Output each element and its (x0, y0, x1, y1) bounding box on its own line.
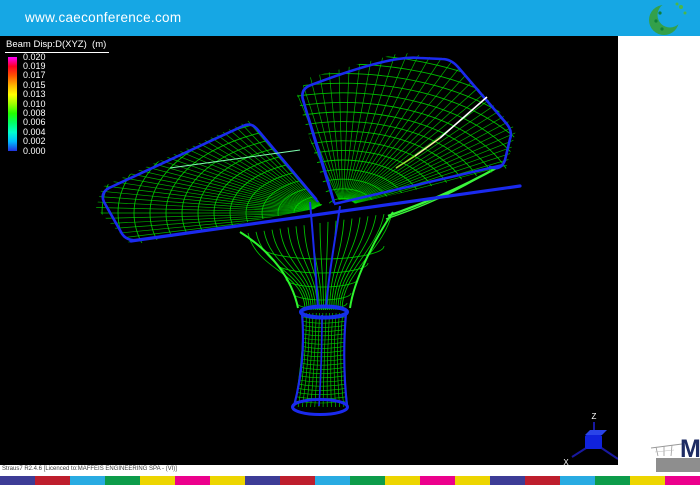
axis-cube (585, 435, 602, 449)
axis-triad: Z X Y (563, 412, 618, 465)
column-left-edge (294, 313, 303, 406)
maffeis-logo: M (650, 438, 700, 474)
right-canopy-streak-white (440, 97, 487, 138)
axis-x-label: X (563, 458, 569, 465)
legend-value: 0.000 (23, 147, 63, 156)
footer-color-stripe (0, 476, 700, 485)
footer-stripe-segment (420, 476, 455, 485)
footer-stripe-segment (630, 476, 665, 485)
footer-stripe-segment (490, 476, 525, 485)
column-top-ring (301, 307, 347, 318)
footer-stripe-segment (455, 476, 490, 485)
legend-value: 0.002 (23, 137, 63, 146)
footer-stripe-segment (665, 476, 700, 485)
footer-stripe-segment (525, 476, 560, 485)
footer-stripe-segment (245, 476, 280, 485)
footer-stripe-segment (35, 476, 70, 485)
screenshot-root: { "header": { "url_text": "www.caeconfer… (0, 0, 700, 485)
legend-value: 0.006 (23, 118, 63, 127)
legend-value: 0.017 (23, 71, 63, 80)
canopy-front-edge (131, 186, 520, 241)
left-canopy-inner-edge (257, 129, 318, 202)
right-canopy-streak-green (396, 156, 415, 168)
axis-cube-top (585, 430, 607, 435)
structure-sketch-icon (650, 440, 684, 458)
wireframe-model: Z X Y (0, 36, 618, 465)
header-bar: www.caeconference.com (0, 0, 700, 36)
footer-stripe-segment (0, 476, 35, 485)
footer-stripe-segment (385, 476, 420, 485)
column-right-edge (344, 313, 347, 406)
footer-stripe-segment (175, 476, 210, 485)
legend-value: 0.013 (23, 90, 63, 99)
footer-stripe-segment (350, 476, 385, 485)
column-front-edge (319, 315, 322, 406)
footer-stripe-segment (70, 476, 105, 485)
trunk-band-left (310, 202, 318, 308)
swirl-logo-icon (638, 1, 694, 40)
footer-stripe-segment (210, 476, 245, 485)
statusbar: Straus7 R2.4.6 [Licenced to:MAFFEIS ENGI… (0, 465, 700, 476)
footer-stripe-segment (560, 476, 595, 485)
footer-stripe-segment (595, 476, 630, 485)
legend-color-bar (8, 57, 17, 151)
logo-gray-bar (656, 458, 700, 472)
footer-stripe-segment (315, 476, 350, 485)
legend-title: Beam Disp:D(XYZ) (m) (5, 39, 109, 53)
footer-stripe-segment (140, 476, 175, 485)
license-status-text: Straus7 R2.4.6 [Licenced to:MAFFEIS ENGI… (2, 466, 177, 472)
footer-stripe-segment (280, 476, 315, 485)
axis-z-label: Z (592, 412, 597, 421)
conference-url-text: www.caeconference.com (25, 0, 181, 36)
footer-stripe-segment (105, 476, 140, 485)
model-viewport[interactable]: Z X Y Beam Disp:D(XYZ) (m) 0.0200.0190.0… (0, 36, 618, 465)
trunk-flare-mesh (248, 213, 392, 310)
